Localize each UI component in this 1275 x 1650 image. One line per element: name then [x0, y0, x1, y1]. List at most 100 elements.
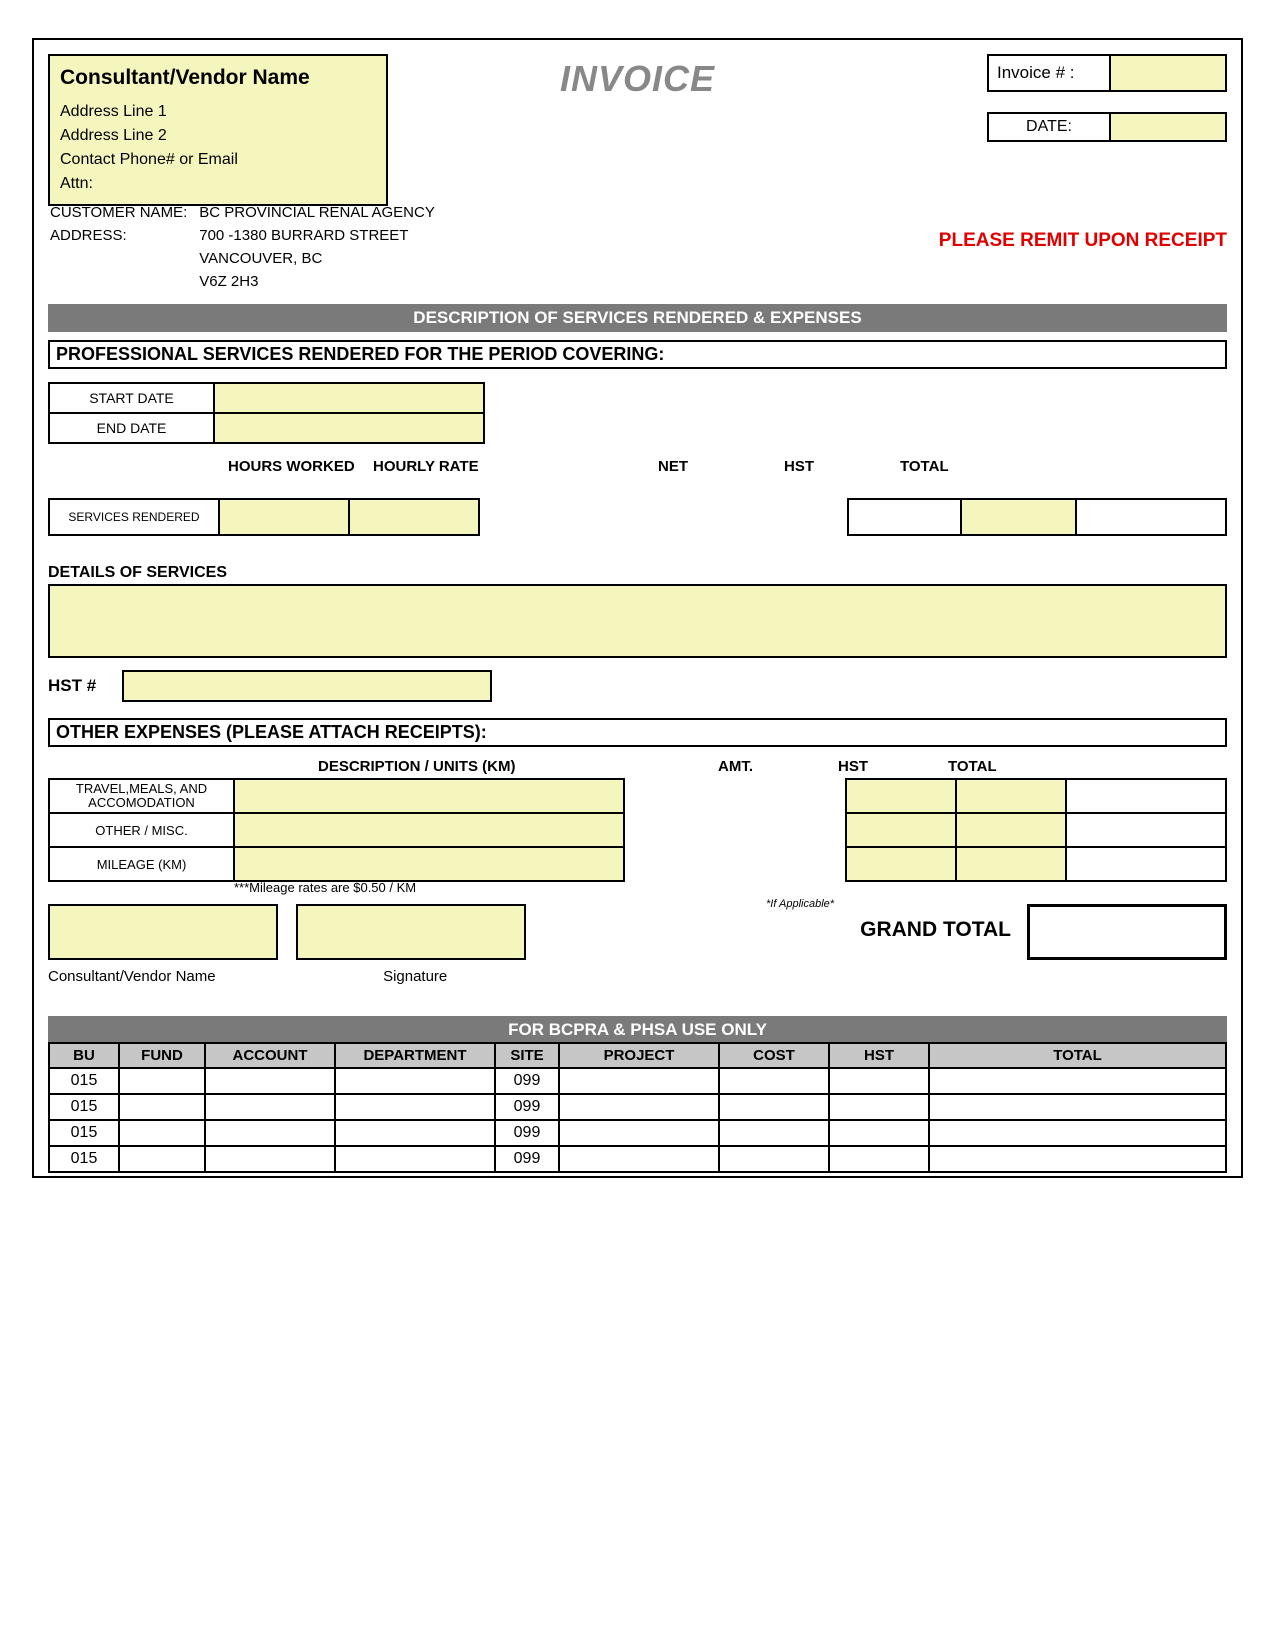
use-total[interactable] [929, 1146, 1226, 1172]
services-rendered-row: SERVICES RENDERED [48, 498, 480, 536]
net-field[interactable] [847, 498, 962, 536]
use-hdr-account: ACCOUNT [205, 1043, 335, 1068]
vendor-addr1: Address Line 1 [60, 100, 376, 124]
vendor-box[interactable]: Consultant/Vendor Name Address Line 1 Ad… [48, 54, 388, 206]
use-site[interactable]: 099 [495, 1120, 559, 1146]
start-date-field[interactable] [214, 383, 484, 413]
use-row: 015 099 [49, 1120, 1226, 1146]
use-bu[interactable]: 015 [49, 1068, 119, 1094]
use-bu[interactable]: 015 [49, 1120, 119, 1146]
use-account[interactable] [205, 1068, 335, 1094]
use-hst[interactable] [829, 1068, 929, 1094]
mileage-amt[interactable] [846, 847, 956, 881]
use-hst[interactable] [829, 1094, 929, 1120]
remit-notice: PLEASE REMIT UPON RECEIPT [939, 230, 1227, 252]
use-dept[interactable] [335, 1146, 495, 1172]
total-field[interactable] [1077, 498, 1227, 536]
consultant-name-field[interactable] [48, 904, 278, 960]
travel-total[interactable] [1066, 779, 1226, 813]
use-fund[interactable] [119, 1120, 205, 1146]
use-project[interactable] [559, 1146, 719, 1172]
use-project[interactable] [559, 1094, 719, 1120]
use-hdr-cost: COST [719, 1043, 829, 1068]
grand-total-label: GRAND TOTAL [860, 918, 1011, 942]
other-desc-field[interactable] [234, 813, 624, 847]
hourly-rate-field[interactable] [350, 498, 480, 536]
vendor-title: Consultant/Vendor Name [60, 62, 376, 94]
travel-desc-field[interactable] [234, 779, 624, 813]
hst-note: *If Applicable* [766, 898, 834, 910]
use-hdr-fund: FUND [119, 1043, 205, 1068]
invoice-date-field[interactable] [1109, 114, 1225, 140]
invoice-date-row: DATE: [987, 112, 1227, 142]
use-dept[interactable] [335, 1068, 495, 1094]
use-fund[interactable] [119, 1146, 205, 1172]
signature-labels: Consultant/Vendor Name Signature [48, 968, 530, 985]
use-project[interactable] [559, 1120, 719, 1146]
use-account[interactable] [205, 1120, 335, 1146]
invoice-number-field[interactable] [1109, 56, 1225, 90]
use-dept[interactable] [335, 1094, 495, 1120]
other-amt[interactable] [846, 813, 956, 847]
exp-desc-header: DESCRIPTION / UNITS (KM) [318, 758, 516, 775]
services-totals-row [847, 498, 1227, 536]
form-border: Consultant/Vendor Name Address Line 1 Ad… [32, 38, 1243, 1178]
use-site[interactable]: 099 [495, 1146, 559, 1172]
use-hdr-site: SITE [495, 1043, 559, 1068]
use-cost[interactable] [719, 1094, 829, 1120]
use-total[interactable] [929, 1094, 1226, 1120]
use-total[interactable] [929, 1068, 1226, 1094]
use-dept[interactable] [335, 1120, 495, 1146]
use-total[interactable] [929, 1120, 1226, 1146]
use-bu[interactable]: 015 [49, 1094, 119, 1120]
mileage-total[interactable] [1066, 847, 1226, 881]
customer-addr3: V6Z 2H3 [199, 271, 445, 292]
use-site[interactable]: 099 [495, 1094, 559, 1120]
page: Consultant/Vendor Name Address Line 1 Ad… [0, 0, 1275, 1650]
hst-field[interactable] [962, 498, 1077, 536]
vendor-contact: Contact Phone# or Email [60, 148, 376, 172]
hst-number-row: HST # [48, 670, 492, 702]
end-date-field[interactable] [214, 413, 484, 443]
exp-amt-header: AMT. [718, 758, 753, 775]
net-header: NET [658, 458, 688, 475]
hst-number-label: HST # [48, 676, 96, 696]
total-header: TOTAL [900, 458, 949, 475]
use-header-row: BU FUND ACCOUNT DEPARTMENT SITE PROJECT … [49, 1043, 1226, 1068]
use-cost[interactable] [719, 1120, 829, 1146]
signature-field[interactable] [296, 904, 526, 960]
travel-label: TRAVEL,MEALS, AND ACCOMODATION [49, 779, 234, 813]
travel-amt[interactable] [846, 779, 956, 813]
use-site[interactable]: 099 [495, 1068, 559, 1094]
hours-worked-field[interactable] [220, 498, 350, 536]
mileage-hst[interactable] [956, 847, 1066, 881]
use-project[interactable] [559, 1068, 719, 1094]
vendor-attn: Attn: [60, 172, 376, 196]
other-total[interactable] [1066, 813, 1226, 847]
expense-labels-table: TRAVEL,MEALS, AND ACCOMODATION OTHER / M… [48, 778, 625, 882]
use-fund[interactable] [119, 1068, 205, 1094]
other-hst[interactable] [956, 813, 1066, 847]
use-hst[interactable] [829, 1146, 929, 1172]
use-fund[interactable] [119, 1094, 205, 1120]
mileage-rate-note: ***Mileage rates are $0.50 / KM [234, 880, 416, 895]
use-cost[interactable] [719, 1068, 829, 1094]
customer-name-label: CUSTOMER NAME: [50, 202, 197, 223]
exp-total-header: TOTAL [948, 758, 997, 775]
use-row: 015 099 [49, 1068, 1226, 1094]
use-account[interactable] [205, 1094, 335, 1120]
internal-use-bar: FOR BCPRA & PHSA USE ONLY [48, 1016, 1227, 1044]
hst-number-field[interactable] [122, 670, 492, 702]
use-hdr-hst: HST [829, 1043, 929, 1068]
use-hst[interactable] [829, 1120, 929, 1146]
travel-hst[interactable] [956, 779, 1066, 813]
use-account[interactable] [205, 1146, 335, 1172]
use-cost[interactable] [719, 1146, 829, 1172]
consultant-name-label: Consultant/Vendor Name [48, 968, 296, 985]
other-expenses-header: OTHER EXPENSES (PLEASE ATTACH RECEIPTS): [48, 718, 1227, 747]
use-bu[interactable]: 015 [49, 1146, 119, 1172]
details-field[interactable] [48, 584, 1227, 658]
grand-total-field[interactable] [1027, 904, 1227, 960]
mileage-desc-field[interactable] [234, 847, 624, 881]
description-bar: DESCRIPTION OF SERVICES RENDERED & EXPEN… [48, 304, 1227, 332]
